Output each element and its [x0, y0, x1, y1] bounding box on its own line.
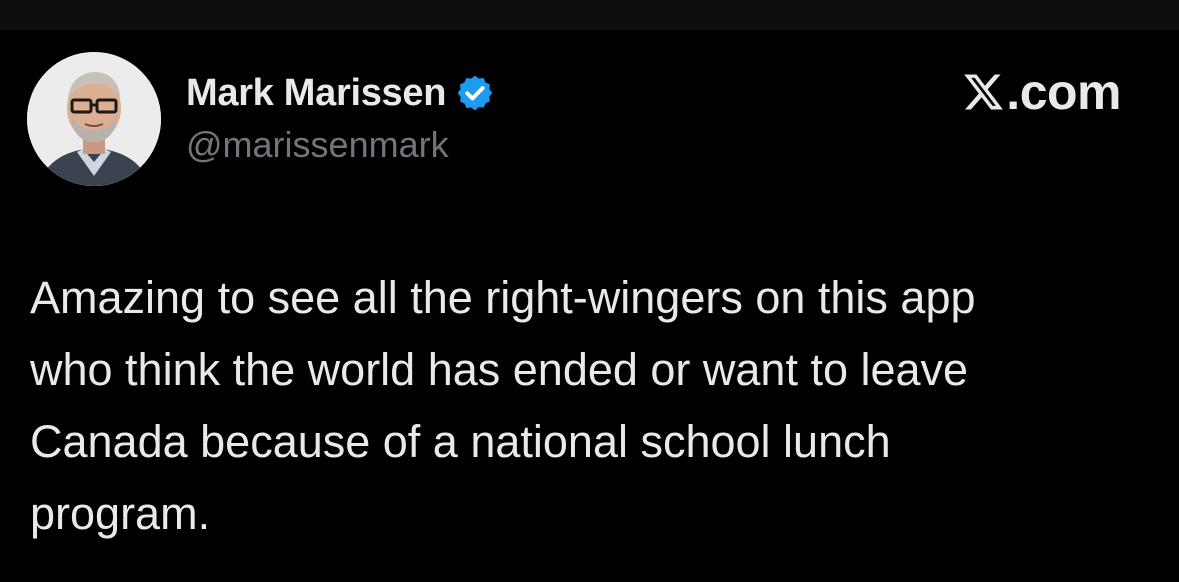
brand-watermark: .com — [962, 64, 1121, 120]
avatar[interactable] — [27, 52, 161, 186]
tweet-text: Amazing to see all the right-wingers on … — [30, 272, 976, 539]
brand-domain-suffix: .com — [1006, 64, 1121, 120]
verified-badge-icon[interactable] — [455, 73, 495, 113]
author-name-row: Mark Marissen — [186, 68, 495, 118]
x-logo-icon — [962, 70, 1005, 114]
author-handle[interactable]: @marissenmark — [186, 124, 449, 166]
profile-photo — [27, 52, 161, 186]
author-display-name[interactable]: Mark Marissen — [186, 72, 446, 115]
top-status-strip — [0, 0, 1179, 30]
